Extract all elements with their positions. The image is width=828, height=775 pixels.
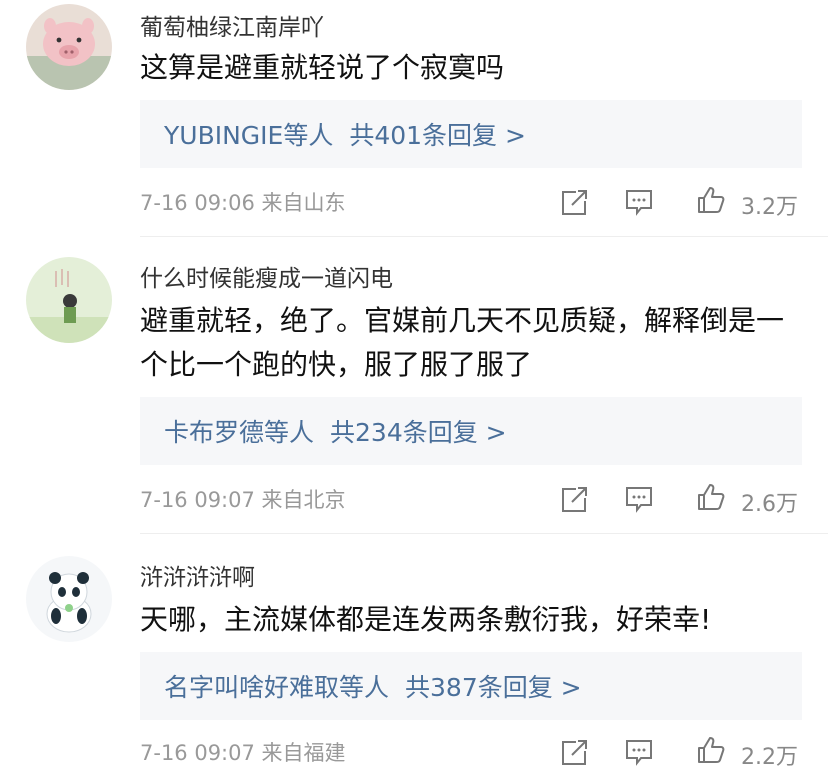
comment-icon[interactable]	[624, 737, 654, 767]
reply-summary[interactable]: YUBINGIE等人 共401条回复 >	[140, 100, 802, 168]
meta-row: 7-16 09:07 来自北京 2.6万	[140, 479, 802, 519]
username[interactable]: 浒浒浒浒啊	[140, 558, 255, 592]
meta-row: 7-16 09:06 来自山东 3.2万	[140, 182, 802, 222]
like-icon[interactable]	[696, 735, 726, 765]
reply-summary[interactable]: 名字叫啥好难取等人 共387条回复 >	[140, 652, 802, 720]
comment-icon[interactable]	[624, 187, 654, 217]
avatar[interactable]	[26, 556, 112, 642]
reply-users[interactable]: 卡布罗德等人	[140, 413, 314, 449]
reply-count-link[interactable]: 共387条回复 >	[405, 668, 582, 704]
like-count: 3.2万	[741, 195, 798, 220]
comment-icon[interactable]	[624, 484, 654, 514]
like-icon[interactable]	[696, 185, 726, 215]
reply-count-link[interactable]: 共401条回复 >	[349, 116, 526, 152]
share-icon[interactable]	[560, 484, 590, 514]
share-icon[interactable]	[560, 737, 590, 767]
username[interactable]: 什么时候能瘦成一道闪电	[140, 259, 393, 293]
like-icon[interactable]	[696, 482, 726, 512]
reply-summary[interactable]: 卡布罗德等人 共234条回复 >	[140, 397, 802, 465]
reply-users[interactable]: YUBINGIE等人	[140, 116, 333, 152]
reply-count-link[interactable]: 共234条回复 >	[330, 413, 507, 449]
like-count: 2.2万	[741, 745, 798, 770]
reply-users[interactable]: 名字叫啥好难取等人	[140, 668, 389, 704]
comment-text: 这算是避重就轻说了个寂寞吗	[140, 51, 505, 84]
like-count: 2.6万	[741, 492, 798, 517]
comment-item: 葡萄柚绿江南岸吖 这算是避重就轻说了个寂寞吗 YUBINGIE等人 共401条回…	[0, 0, 828, 237]
share-icon[interactable]	[560, 187, 590, 217]
meta-row: 7-16 09:07 来自福建 2.2万	[140, 732, 802, 772]
comment-item: 什么时候能瘦成一道闪电 避重就轻，绝了。官媒前几天不见质疑，解释倒是一个比一个跑…	[0, 237, 828, 537]
comment-text: 天哪，主流媒体都是连发两条敷衍我，好荣幸!	[140, 603, 712, 636]
comment-item: 浒浒浒浒啊 天哪，主流媒体都是连发两条敷衍我，好荣幸! 名字叫啥好难取等人 共3…	[0, 534, 828, 775]
avatar[interactable]	[26, 257, 112, 343]
comment-text: 避重就轻，绝了。官媒前几天不见质疑，解释倒是一个比一个跑的快，服了服了服了	[140, 304, 785, 381]
avatar[interactable]	[26, 4, 112, 90]
username[interactable]: 葡萄柚绿江南岸吖	[140, 8, 324, 42]
